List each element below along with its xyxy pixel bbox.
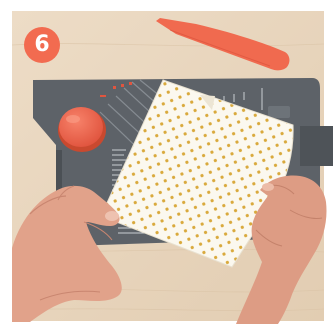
photo-frame: 6 [0,0,333,331]
step-number-badge: 6 [24,27,60,63]
